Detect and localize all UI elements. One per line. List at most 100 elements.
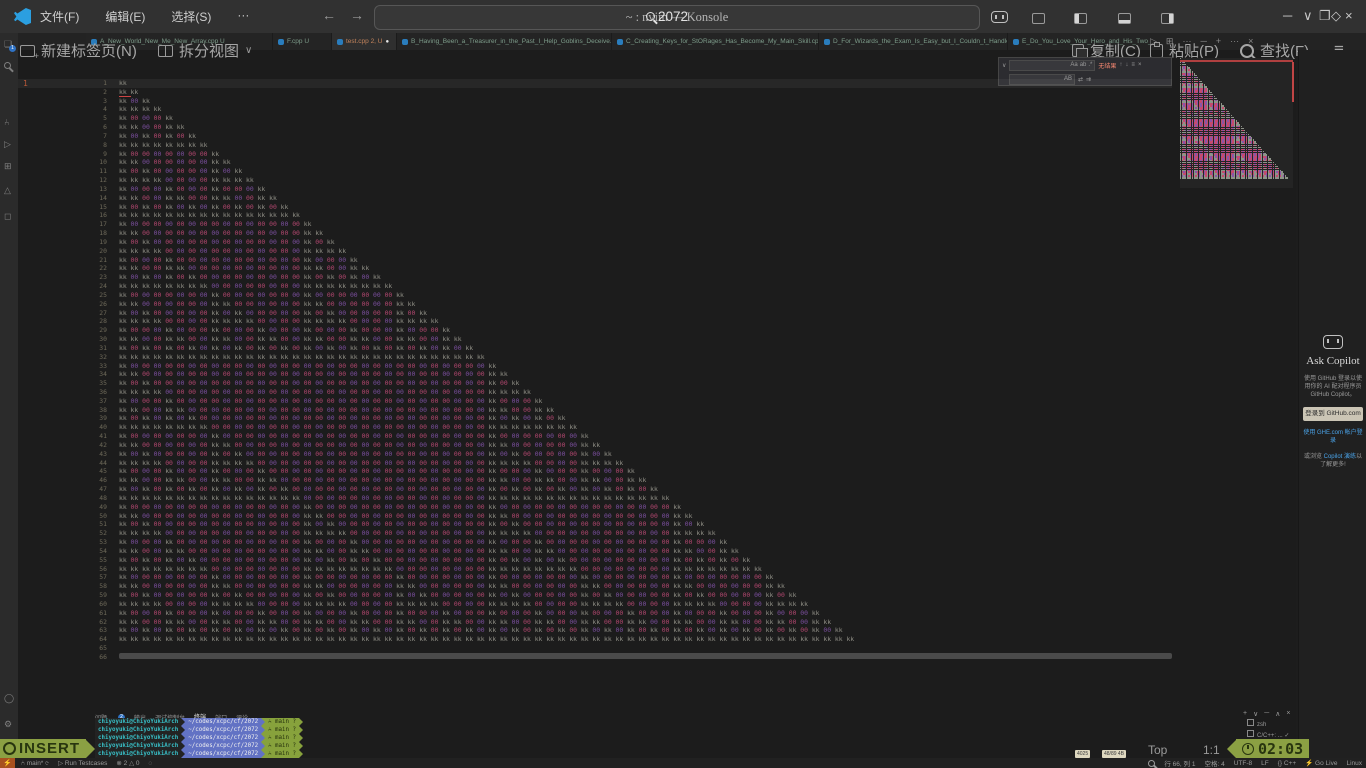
buffer-line-30[interactable]: 30kk kk 00 00 kk kk 00 00 kk kk 00 00 kk…	[18, 335, 1178, 344]
menu-item-0[interactable]: 文件(F)	[40, 8, 79, 25]
buffer-line-17[interactable]: 17kk 00 00 00 00 00 00 00 00 00 00 00 00…	[18, 220, 1178, 229]
buffer-line-56[interactable]: 56kk kk kk kk kk kk kk kk 00 00 00 00 00…	[18, 565, 1178, 574]
menu-item-3[interactable]: ···	[237, 8, 249, 25]
buffer-line-4[interactable]: 4kk kk kk kk	[18, 105, 1178, 114]
chat-icon[interactable]: ◻	[4, 211, 11, 222]
modified-dot-icon[interactable]: ●	[386, 39, 390, 45]
git-branch-status[interactable]: ⑃ main* ⟳	[21, 760, 49, 767]
status-right-item-6[interactable]: Linux	[1346, 760, 1362, 767]
buffer-line-43[interactable]: 43kk 00 kk 00 00 00 00 00 kk 00 kk 00 00…	[18, 450, 1178, 459]
back-arrow-icon[interactable]: ←	[322, 7, 336, 23]
buffer-line-8[interactable]: 8kk kk kk kk kk kk kk kk	[18, 141, 1178, 150]
panel-action-1[interactable]: ∨	[1253, 710, 1258, 718]
editor-tab-2[interactable]: test.cpp 2, U●	[332, 33, 397, 50]
buffer-line-15[interactable]: 15kk 00 kk 00 kk 00 kk 00 kk 00 kk 00 kk…	[18, 203, 1178, 212]
buffer-line-58[interactable]: 58kk kk 00 00 00 00 00 00 kk kk 00 00 00…	[18, 582, 1178, 591]
whole-word-icon[interactable]: ab	[1080, 62, 1087, 68]
buffer-line-61[interactable]: 61kk 00 00 00 kk 00 00 00 kk 00 00 00 kk…	[18, 609, 1178, 618]
buffer-line-55[interactable]: 55kk 00 kk 00 kk 00 kk 00 00 00 00 00 00…	[18, 556, 1178, 565]
buffer-line-26[interactable]: 26kk kk 00 00 00 00 00 00 kk kk 00 00 00…	[18, 300, 1178, 309]
find-collapse-chevron[interactable]: ∨	[1002, 62, 1006, 69]
zoom-status-icon[interactable]	[1148, 760, 1155, 767]
nvim-horizontal-scrollbar[interactable]	[119, 653, 1172, 659]
integrated-terminal[interactable]: chiyoyuki@ChiyoYukiArch~/codes/xcpc/cf/2…	[95, 718, 303, 758]
buffer-line-49[interactable]: 49kk 00 00 00 00 00 00 00 00 00 00 00 00…	[18, 503, 1178, 512]
toggle-panel-icon[interactable]	[1118, 13, 1131, 24]
buffer-line-52[interactable]: 52kk kk kk kk 00 00 00 00 00 00 00 00 00…	[18, 529, 1178, 538]
buffer-line-1[interactable]: 1kk	[18, 79, 1172, 88]
buffer-line-36[interactable]: 36kk kk kk kk 00 00 00 00 00 00 00 00 00…	[18, 388, 1178, 397]
buffer-line-62[interactable]: 62kk kk 00 00 kk kk 00 00 kk kk 00 00 kk…	[18, 618, 1178, 627]
buffer-line-5[interactable]: 5kk 00 00 00 kk	[18, 114, 1178, 123]
buffer-line-41[interactable]: 41kk 00 00 00 00 00 00 00 kk 00 00 00 00…	[18, 432, 1178, 441]
editor-tab-4[interactable]: C_Creating_Keys_for_StORages_Has_Become_…	[612, 33, 819, 50]
buffer-line-40[interactable]: 40kk kk kk kk kk kk kk kk 00 00 00 00 00…	[18, 423, 1178, 432]
buffer-line-12[interactable]: 12kk kk kk kk 00 00 00 00 kk kk kk kk	[18, 176, 1178, 185]
buffer-line-14[interactable]: 14kk kk 00 00 kk kk 00 00 kk kk 00 00 kk…	[18, 194, 1178, 203]
toggle-sidebar-icon[interactable]	[1074, 13, 1087, 24]
buffer-line-29[interactable]: 29kk 00 00 00 kk 00 00 00 kk 00 00 00 kk…	[18, 326, 1178, 335]
source-control-icon[interactable]: ⑃	[4, 117, 9, 127]
find-prev-icon[interactable]: ↑	[1119, 62, 1122, 68]
remote-indicator[interactable]: ⚡	[0, 758, 15, 768]
search-sidebar-icon[interactable]	[4, 61, 11, 71]
buffer-line-37[interactable]: 37kk 00 00 00 kk 00 00 00 00 00 00 00 00…	[18, 397, 1178, 406]
menu-item-2[interactable]: 选择(S)	[171, 8, 211, 25]
diamond-icon[interactable]: ◇	[1331, 8, 1341, 24]
buffer-line-53[interactable]: 53kk 00 00 00 kk 00 00 00 00 00 00 00 00…	[18, 538, 1178, 547]
buffer-line-25[interactable]: 25kk 00 00 00 00 00 00 00 kk 00 00 00 00…	[18, 291, 1178, 300]
buffer-line-60[interactable]: 60kk kk kk kk 00 00 00 00 kk kk kk kk 00…	[18, 600, 1178, 609]
buffer-line-57[interactable]: 57kk 00 00 00 00 00 00 00 kk 00 00 00 00…	[18, 573, 1178, 582]
bell-icon[interactable]: ◌	[149, 760, 153, 767]
buffer-line-50[interactable]: 50kk kk 00 00 00 00 00 00 00 00 00 00 00…	[18, 512, 1178, 521]
close-button[interactable]: ×	[1345, 8, 1353, 23]
buffer-line-44[interactable]: 44kk kk kk kk 00 00 00 00 kk kk kk kk 00…	[18, 459, 1178, 468]
match-case-icon[interactable]: Aa	[1070, 62, 1077, 68]
ghe-signin-link[interactable]: 使用 GHE.com 帐户登录	[1303, 429, 1363, 445]
buffer-line-9[interactable]: 9kk 00 00 00 00 00 00 00 kk	[18, 150, 1178, 159]
github-signin-button[interactable]: 登录到 GitHub.com	[1303, 407, 1363, 421]
buffer-line-54[interactable]: 54kk kk 00 00 kk kk 00 00 00 00 00 00 00…	[18, 547, 1178, 556]
minimap[interactable]	[1180, 58, 1293, 188]
buffer-line-47[interactable]: 47kk 00 kk 00 kk 00 kk 00 kk 00 kk 00 kk…	[18, 485, 1178, 494]
restore-button[interactable]: ❐	[1319, 8, 1331, 24]
buffer-line-59[interactable]: 59kk 00 kk 00 00 00 00 00 kk 00 kk 00 00…	[18, 591, 1178, 600]
buffer-line-27[interactable]: 27kk 00 kk 00 00 00 00 00 kk 00 kk 00 00…	[18, 309, 1178, 318]
buffer-line-2[interactable]: 2kk kk	[18, 88, 1178, 97]
buffer-line-20[interactable]: 20kk kk kk kk 00 00 00 00 00 00 00 00 00…	[18, 247, 1178, 256]
buffer-line-32[interactable]: 32kk kk kk kk kk kk kk kk kk kk kk kk kk…	[18, 353, 1178, 362]
run-debug-icon[interactable]: ▷	[4, 139, 11, 150]
buffer-line-35[interactable]: 35kk 00 kk 00 00 00 00 00 00 00 00 00 00…	[18, 379, 1178, 388]
buffer-line-13[interactable]: 13kk 00 00 00 kk 00 00 00 kk 00 00 00 kk	[18, 185, 1178, 194]
buffer-line-6[interactable]: 6kk kk 00 00 kk kk	[18, 123, 1178, 132]
buffer-line-31[interactable]: 31kk 00 kk 00 kk 00 kk 00 kk 00 kk 00 kk…	[18, 344, 1178, 353]
buffer-line-18[interactable]: 18kk kk 00 00 00 00 00 00 00 00 00 00 00…	[18, 229, 1178, 238]
buffer-line-21[interactable]: 21kk 00 00 00 kk 00 00 00 00 00 00 00 00…	[18, 256, 1178, 265]
account-icon[interactable]: ◯	[4, 693, 14, 704]
panel-action-2[interactable]: ─	[1264, 710, 1269, 718]
buffer-line-3[interactable]: 3kk 00 kk	[18, 97, 1178, 106]
konsole-new-tab-button[interactable]: 新建标签页(N)	[20, 40, 137, 61]
minimize-button[interactable]: ─	[1283, 8, 1292, 23]
buffer-line-48[interactable]: 48kk kk kk kk kk kk kk kk kk kk kk kk kk…	[18, 494, 1178, 503]
buffer-line-22[interactable]: 22kk kk 00 00 kk kk 00 00 00 00 00 00 00…	[18, 264, 1178, 273]
buffer-line-33[interactable]: 33kk 00 00 00 00 00 00 00 00 00 00 00 00…	[18, 362, 1178, 371]
customize-layout-icon[interactable]	[1032, 13, 1045, 24]
buffer-line-11[interactable]: 11kk 00 kk 00 00 00 00 00 kk 00 kk	[18, 167, 1178, 176]
buffer-line-34[interactable]: 34kk kk 00 00 00 00 00 00 00 00 00 00 00…	[18, 370, 1178, 379]
buffer-line-46[interactable]: 46kk kk 00 00 kk kk 00 00 kk kk 00 00 kk…	[18, 476, 1178, 485]
settings-gear-icon[interactable]: ⚙	[4, 719, 12, 730]
buffer-line-51[interactable]: 51kk 00 kk 00 00 00 00 00 00 00 00 00 00…	[18, 520, 1178, 529]
find-next-icon[interactable]: ↓	[1125, 62, 1128, 68]
run-testcases-button[interactable]: ▷ Run Testcases	[58, 759, 107, 767]
buffer-line-28[interactable]: 28kk kk kk kk 00 00 00 00 kk kk kk kk 00…	[18, 317, 1178, 326]
editor-tab-5[interactable]: D_For_Wizards_the_Exam_Is_Easy_but_I_Cou…	[819, 33, 1008, 50]
status-right-item-4[interactable]: {} C++	[1278, 760, 1296, 767]
find-input[interactable]: Aa ab .*	[1009, 60, 1095, 71]
status-right-item-0[interactable]: 行 66, 列 1	[1164, 758, 1195, 768]
panel-action-3[interactable]: ∧	[1275, 710, 1280, 718]
buffer-line-42[interactable]: 42kk kk 00 00 00 00 00 00 kk kk 00 00 00…	[18, 441, 1178, 450]
extensions-icon[interactable]: ⊞	[4, 161, 12, 172]
nvim-buffer[interactable]: 1kk 2kk kk 3kk 00 kk 4kk kk kk kk 5kk 00…	[18, 79, 1178, 662]
buffer-line-24[interactable]: 24kk kk kk kk kk kk kk kk 00 00 00 00 00…	[18, 282, 1178, 291]
